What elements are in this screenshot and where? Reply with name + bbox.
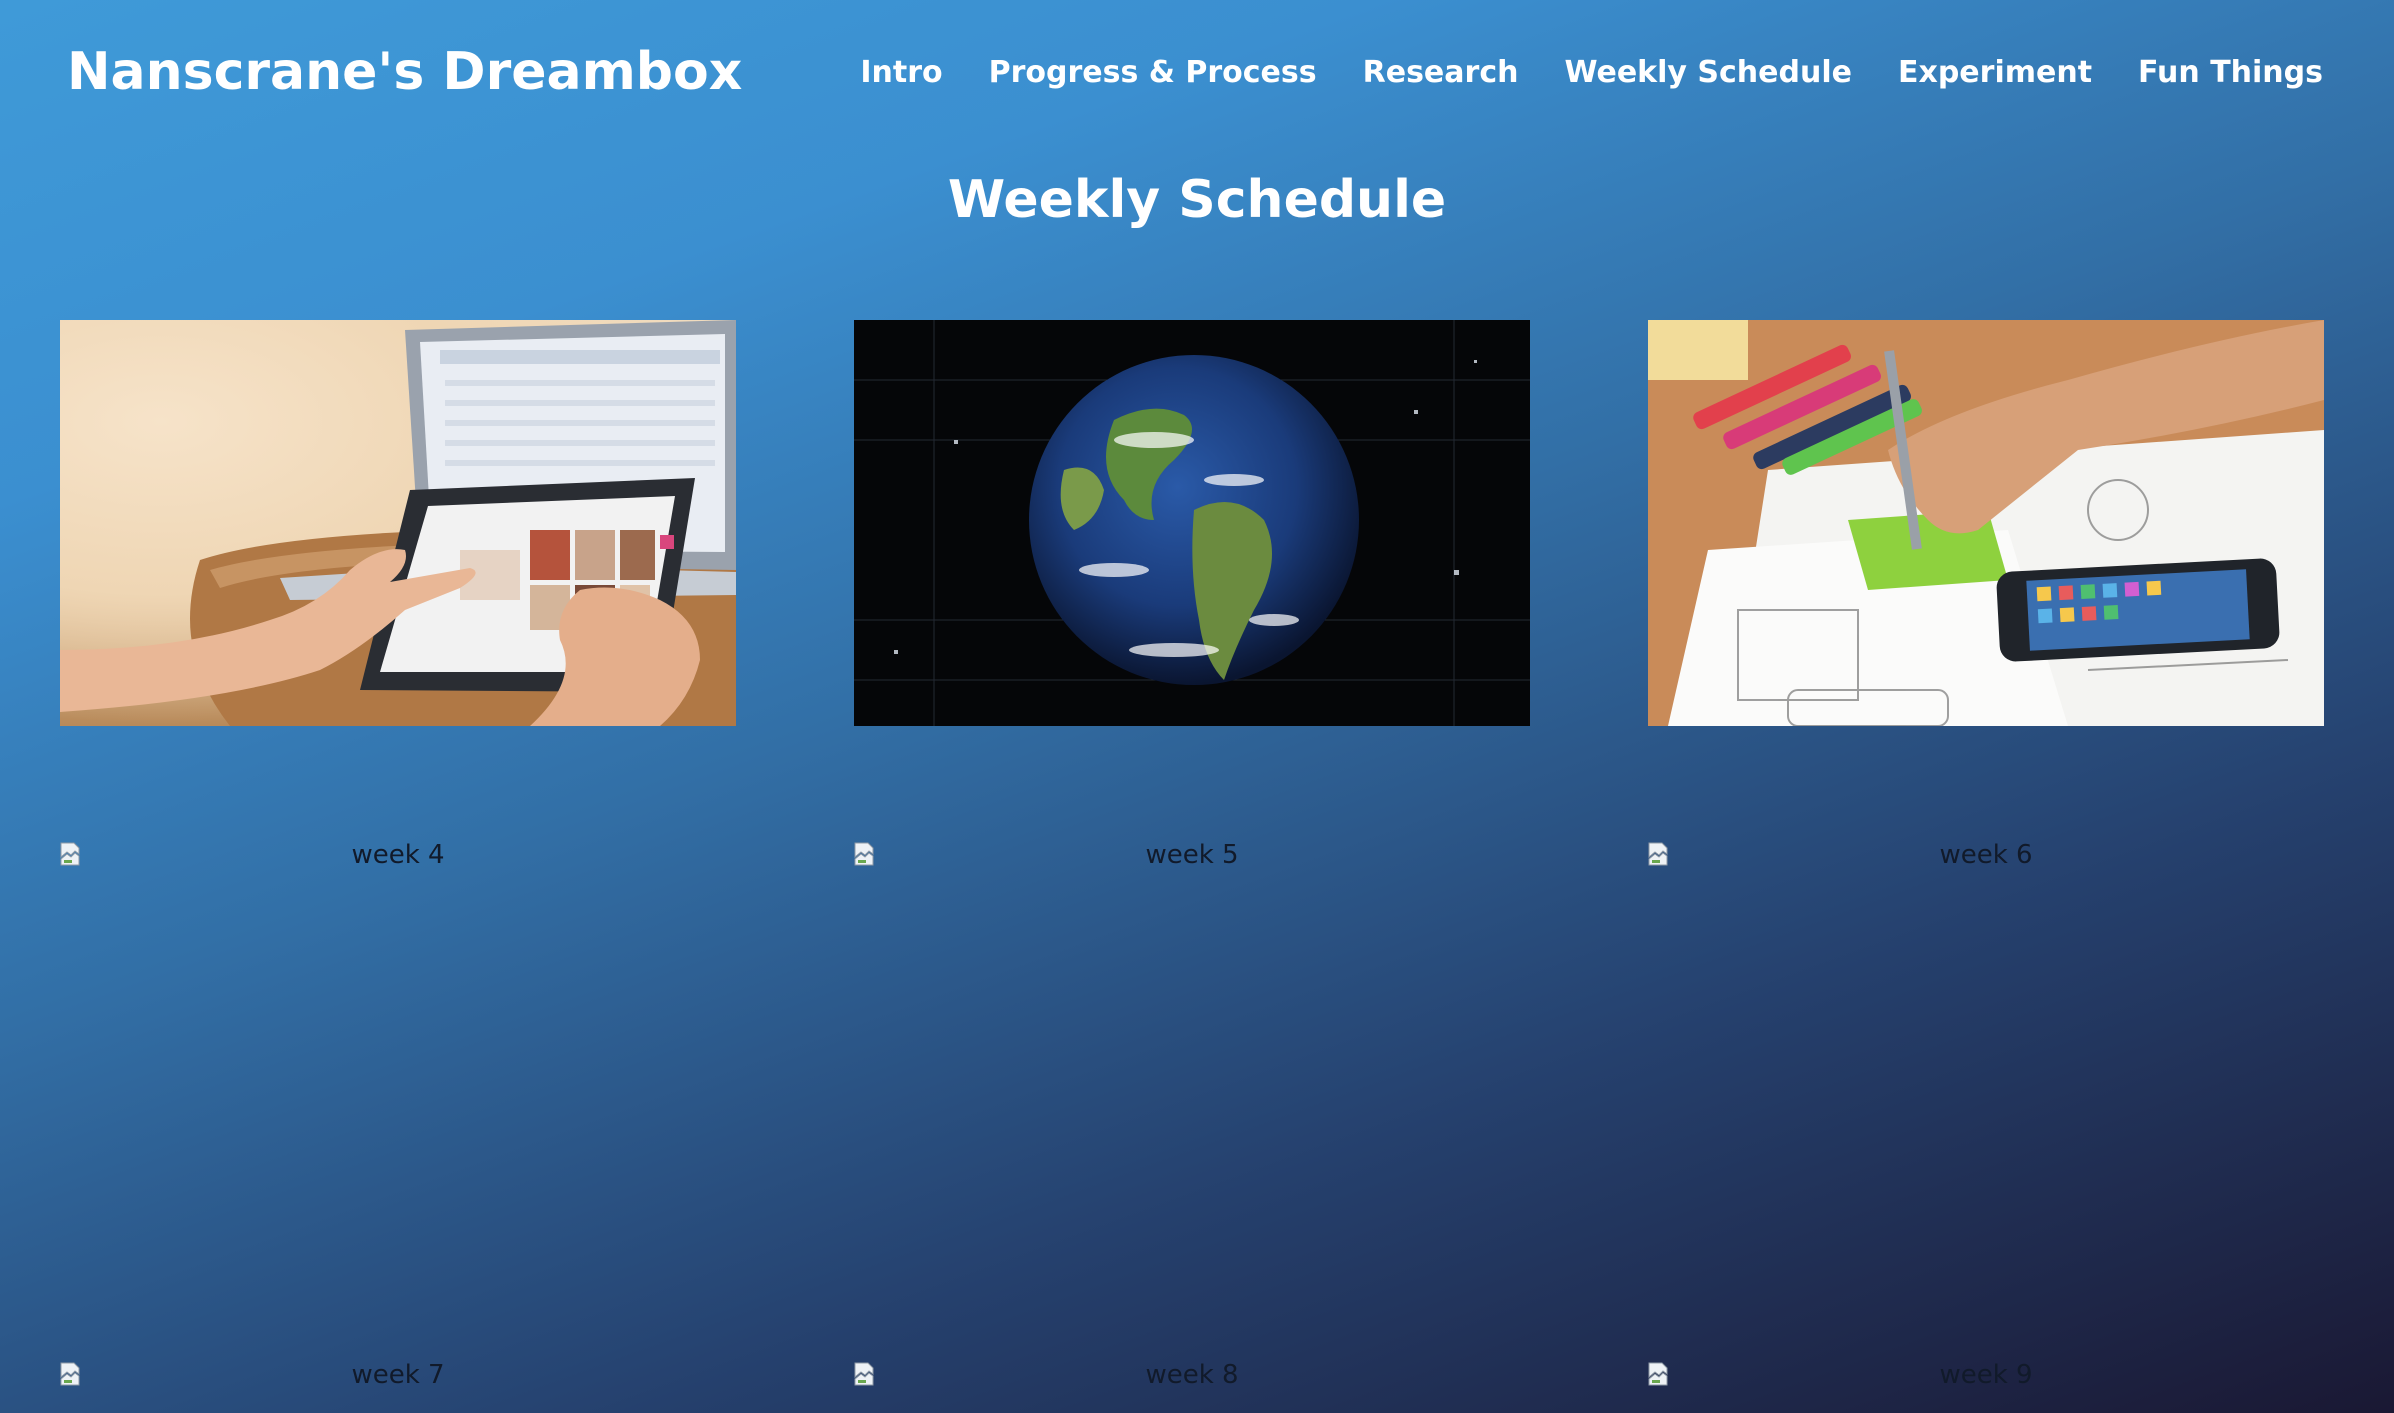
week-2-image-link[interactable] [854, 320, 1530, 726]
week-6-alt-text: week 6 [1939, 840, 2033, 870]
nav-intro[interactable]: Intro [860, 55, 942, 90]
week-8-alt-text: week 8 [1145, 1360, 1239, 1390]
week-5-alt-text: week 5 [1145, 840, 1239, 870]
week-7-image-link[interactable]: week 7 [60, 1360, 736, 1400]
page-title: Weekly Schedule [947, 170, 1447, 230]
nav-weekly-schedule[interactable]: Weekly Schedule [1564, 55, 1852, 90]
week-5-image-link[interactable]: week 5 [854, 840, 1530, 880]
week-4-image-link[interactable]: week 4 [60, 840, 736, 880]
week-9-alt-text: week 9 [1939, 1360, 2033, 1390]
week-8-image-link[interactable]: week 8 [854, 1360, 1530, 1400]
nav-experiment[interactable]: Experiment [1898, 55, 2092, 90]
earth-photo [854, 320, 1530, 726]
nav-fun-things[interactable]: Fun Things [2138, 55, 2323, 90]
main-nav: Intro Progress & Process Research Weekly… [814, 55, 2323, 90]
nav-progress-process[interactable]: Progress & Process [989, 55, 1317, 90]
site-title[interactable]: Nanscrane's Dreambox [67, 42, 742, 102]
laptop-tablet-photo [60, 320, 736, 726]
week-6-image-link[interactable]: week 6 [1648, 840, 2324, 880]
week-1-image-link[interactable] [60, 320, 736, 726]
week-9-image-link[interactable]: week 9 [1648, 1360, 2324, 1400]
nav-research[interactable]: Research [1363, 55, 1519, 90]
desk-sketch-photo [1648, 320, 2324, 726]
week-7-alt-text: week 7 [351, 1360, 445, 1390]
week-4-alt-text: week 4 [351, 840, 445, 870]
week-3-image-link[interactable] [1648, 320, 2324, 726]
